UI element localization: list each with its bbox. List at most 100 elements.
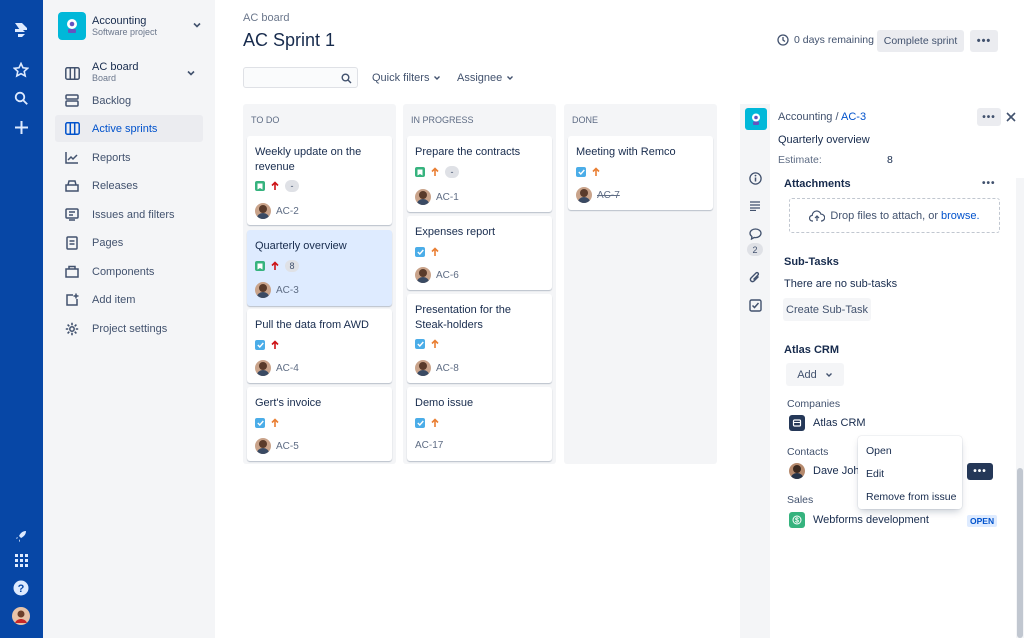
project-type: Software project [92,27,158,37]
star-icon[interactable] [11,60,31,80]
info-icon[interactable] [747,170,763,186]
priority-high-icon [271,181,279,191]
chevron-down-icon[interactable] [186,68,196,81]
chevron-down-icon [434,76,441,80]
issue-project-link[interactable]: Accounting [778,111,832,123]
issue-card-ac-8[interactable]: Presentation for the Steak-holders AC-8 [407,294,552,383]
comment-count-badge: 2 [747,243,763,256]
assignee-label: Assignee [457,72,503,84]
backlog-icon [64,93,80,109]
subtasks-heading: Sub-Tasks [784,256,839,268]
svg-text:$: $ [795,518,799,525]
sidebar-item-components[interactable]: Components [55,258,203,285]
assignee-avatar [255,360,271,376]
story-icon [255,261,265,271]
help-icon[interactable]: ? [11,578,31,598]
attachments-heading: Attachments [784,178,851,190]
issue-card-ac-3[interactable]: Quarterly overview 8 AC-3 [247,230,392,306]
detail-scrollbar[interactable] [1016,178,1024,638]
quick-filters-dropdown[interactable]: Quick filters [372,72,441,84]
jira-logo-icon[interactable] [11,20,31,40]
scrollbar-thumb[interactable] [1017,468,1023,638]
crm-add-label: Add [797,368,817,381]
menu-item-open[interactable]: Open [858,440,962,463]
board-selector[interactable]: AC board Board [55,58,203,88]
board-icon [64,65,80,81]
project-switcher[interactable]: Accounting Software project [58,12,208,42]
story-points-badge: 8 [285,260,299,272]
story-icon [255,181,265,191]
issue-card-ac-17[interactable]: Demo issue AC-17 [407,387,552,461]
issue-card-ac-1[interactable]: Prepare the contracts - AC-1 [407,136,552,212]
estimate-value[interactable]: 8 [887,154,893,166]
assignee-dropdown[interactable]: Assignee [457,72,514,84]
menu-item-edit[interactable]: Edit [858,463,962,486]
create-subtask-button[interactable]: Create Sub-Task [783,298,871,321]
card-title: Weekly update on the revenue [255,146,362,173]
sidebar-item-backlog[interactable]: Backlog [55,87,203,114]
dollar-icon: $ [789,512,805,528]
sidebar-item-label: Reports [92,151,131,164]
attachment-icon[interactable] [747,269,763,285]
sprint-days-remaining: 0 days remaining [777,34,874,46]
chevron-down-icon [507,76,514,80]
sidebar-item-pages[interactable]: Pages [55,229,203,256]
issue-more-button[interactable]: ••• [977,108,1001,126]
attachments-more-button[interactable]: ••• [982,178,996,189]
detail-panel-toolbar: 2 [740,104,770,638]
issue-summary[interactable]: Quarterly overview [778,134,870,146]
sidebar-item-active-sprints[interactable]: Active sprints [55,115,203,142]
app-switcher-icon[interactable] [11,550,31,570]
sales-label: Sales [787,494,814,506]
rocket-icon[interactable] [11,526,31,546]
priority-medium-icon [431,247,439,257]
story-icon [415,167,425,177]
pages-icon [64,235,80,251]
sidebar-item-releases[interactable]: Releases [55,172,203,199]
description-icon[interactable] [747,198,763,214]
complete-sprint-button[interactable]: Complete sprint [877,30,964,52]
chevron-down-icon[interactable] [192,20,202,33]
priority-medium-icon [271,418,279,428]
issue-card-ac-2[interactable]: Weekly update on the revenue - AC-2 [247,136,392,225]
issue-key: AC-6 [436,269,459,281]
sale-link[interactable]: Webforms development [813,514,929,526]
user-avatar[interactable] [11,606,31,626]
card-title: Expenses report [415,226,496,238]
subtask-icon[interactable] [747,297,763,313]
task-icon [576,167,586,177]
create-icon[interactable] [11,117,31,137]
sidebar-item-reports[interactable]: Reports [55,144,203,171]
more-actions-button[interactable]: ••• [970,30,998,52]
crm-add-button[interactable]: Add [786,363,844,386]
search-icon[interactable] [11,88,31,108]
sidebar-item-add-item[interactable]: Add item [55,286,203,313]
column-header: DONE [572,115,599,125]
issue-key-link[interactable]: AC-3 [841,111,866,123]
attachment-dropzone[interactable]: Drop files to attach, or browse. [789,198,1000,233]
svg-text:?: ? [18,583,25,595]
board-search-input[interactable] [243,67,358,88]
column-in-progress: IN PROGRESS Prepare the contracts - AC-1… [403,104,556,464]
issue-card-ac-7[interactable]: Meeting with Remco AC-7 [568,136,713,210]
task-icon [255,340,265,350]
browse-link[interactable]: browse. [941,210,980,222]
issue-key: AC-1 [436,191,459,203]
sidebar-item-project-settings[interactable]: Project settings [55,315,203,342]
company-link[interactable]: Atlas CRM [813,417,866,429]
close-icon[interactable] [1006,110,1016,125]
comment-icon[interactable] [747,226,763,242]
sidebar-item-issues-and-filters[interactable]: Issues and filters [55,201,203,228]
priority-medium-icon [431,167,439,177]
assignee-avatar [415,189,431,205]
no-subtasks-text: There are no sub-tasks [784,278,898,290]
assignee-avatar [415,360,431,376]
contact-link[interactable]: Dave John [813,465,859,477]
menu-item-remove-from-issue[interactable]: Remove from issue [858,486,962,509]
contact-more-button[interactable]: ••• [967,463,993,480]
quick-filters-label: Quick filters [372,72,430,84]
issue-card-ac-5[interactable]: Gert's invoice AC-5 [247,387,392,461]
breadcrumb[interactable]: AC board [243,12,289,24]
issue-card-ac-6[interactable]: Expenses report AC-6 [407,216,552,290]
issue-card-ac-4[interactable]: Pull the data from AWD AC-4 [247,309,392,383]
